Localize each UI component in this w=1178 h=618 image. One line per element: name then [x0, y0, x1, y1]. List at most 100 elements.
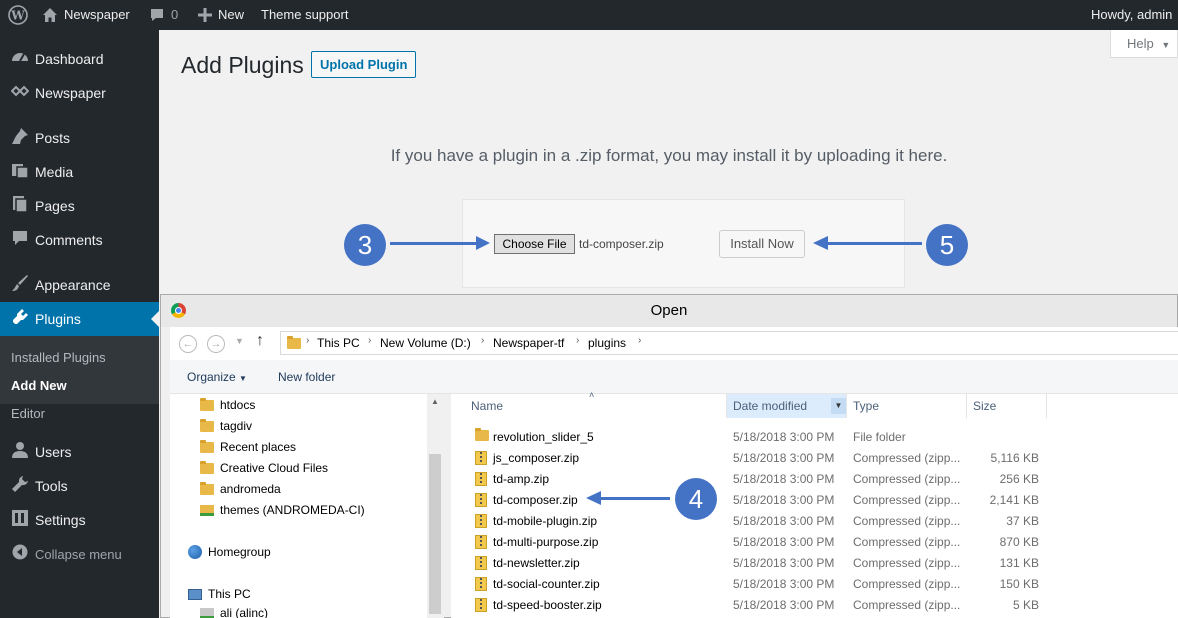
tree-item-andromeda[interactable]: andromeda [200, 481, 281, 496]
plus-icon [198, 8, 212, 22]
file-row-td-multi-purpose[interactable]: td-multi-purpose.zip 5/18/2018 3:00 PM C… [451, 532, 1178, 553]
submenu-add-new[interactable]: Add New [11, 378, 67, 393]
tree-item-tagdiv[interactable]: tagdiv [200, 418, 253, 433]
sidebar-item-comments[interactable]: Comments [0, 223, 159, 257]
file-type: Compressed (zipp... [853, 556, 961, 570]
sidebar-item-appearance[interactable]: Appearance [0, 268, 159, 302]
column-name[interactable]: Name [465, 394, 727, 418]
account-menu[interactable]: Howdy, admin [1091, 0, 1172, 30]
file-date: 5/18/2018 3:00 PM [733, 472, 835, 486]
tree-item-this-pc[interactable]: This PC [188, 587, 251, 601]
scrollbar-thumb[interactable] [429, 454, 441, 614]
tree-label: This PC [208, 587, 251, 601]
column-size[interactable]: Size [967, 394, 1047, 418]
zip-file-icon [475, 598, 487, 612]
dashboard-icon [0, 48, 35, 71]
collapse-menu-button[interactable]: Collapse menu [0, 537, 159, 571]
breadcrumb-new-volume[interactable]: New Volume (D:) [380, 336, 471, 350]
column-type[interactable]: Type [847, 394, 967, 418]
file-size: 150 KB [999, 577, 1039, 591]
file-row-td-amp[interactable]: td-amp.zip 5/18/2018 3:00 PM Compressed … [451, 469, 1178, 490]
scroll-up-icon[interactable]: ▲ [431, 397, 439, 406]
comments-link[interactable]: 0 [149, 0, 178, 30]
file-type: Compressed (zipp... [853, 493, 961, 507]
sidebar-label: Newspaper [35, 85, 106, 101]
computer-icon [188, 588, 202, 600]
sidebar-item-newspaper[interactable]: Newspaper [0, 76, 159, 110]
file-row-td-mobile-plugin[interactable]: td-mobile-plugin.zip 5/18/2018 3:00 PM C… [451, 511, 1178, 532]
install-now-button[interactable]: Install Now [719, 230, 805, 258]
theme-support-link[interactable]: Theme support [261, 0, 348, 30]
choose-file-button[interactable]: Choose File [494, 234, 575, 254]
dialog-titlebar[interactable]: Open [161, 295, 1177, 327]
homegroup-icon [188, 545, 202, 559]
sidebar-item-users[interactable]: Users [0, 435, 159, 469]
sidebar-label: Settings [35, 512, 86, 528]
sidebar-item-settings[interactable]: Settings [0, 503, 159, 537]
tree-item-htdocs[interactable]: htdocs [200, 397, 255, 412]
collapse-label: Collapse menu [35, 546, 122, 562]
folder-icon [200, 439, 214, 453]
file-row-revolution-slider[interactable]: revolution_slider_5 5/18/2018 3:00 PM Fi… [451, 427, 1178, 448]
sidebar-item-plugins[interactable]: Plugins [0, 302, 159, 336]
chevron-right-icon: › [638, 335, 642, 346]
column-date-modified[interactable]: Date modified [727, 394, 847, 418]
zip-file-icon [475, 451, 487, 465]
column-filter-dropdown-icon[interactable]: ▼ [831, 398, 846, 414]
help-label: Help [1127, 36, 1154, 51]
sidebar-item-dashboard[interactable]: Dashboard [0, 42, 159, 76]
file-row-td-speed-booster[interactable]: td-speed-booster.zip 5/18/2018 3:00 PM C… [451, 595, 1178, 616]
tree-item-homegroup[interactable]: Homegroup [188, 545, 271, 559]
breadcrumb-this-pc[interactable]: This PC [317, 336, 360, 350]
recent-dropdown-icon[interactable]: ▼ [235, 336, 244, 346]
address-bar[interactable]: › This PC › New Volume (D:) › Newspaper-… [280, 331, 1178, 355]
file-size: 5,116 KB [990, 451, 1039, 465]
wordpress-logo-button[interactable]: W [8, 0, 28, 30]
zip-file-icon [475, 535, 487, 549]
tree-label: tagdiv [220, 419, 253, 433]
file-size: 2,141 KB [989, 493, 1039, 507]
sidebar-item-tools[interactable]: Tools [0, 469, 159, 503]
file-row-td-social-counter[interactable]: td-social-counter.zip 5/18/2018 3:00 PM … [451, 574, 1178, 595]
arrow-left-icon [813, 236, 828, 250]
chosen-file-name: td-composer.zip [579, 237, 664, 251]
tree-item-recent-places[interactable]: Recent places [200, 439, 297, 454]
file-type: Compressed (zipp... [853, 598, 961, 612]
chevron-right-icon: › [368, 335, 372, 346]
arrow-right-icon [476, 236, 490, 250]
breadcrumb-plugins[interactable]: plugins [588, 336, 626, 350]
forward-arrow-icon[interactable]: → [207, 335, 225, 353]
file-size: 256 KB [999, 472, 1039, 486]
open-file-dialog: Open ← → ▼ ↑ › This PC › New Volume (D:)… [160, 294, 1178, 618]
tree-item-creative-cloud[interactable]: Creative Cloud Files [200, 460, 328, 475]
file-name: revolution_slider_5 [493, 430, 594, 444]
file-name: td-speed-booster.zip [493, 598, 602, 612]
tree-item-themes[interactable]: themes (ANDROMEDA-CI) [200, 503, 365, 517]
tree-item-ali[interactable]: ali (alinc) [200, 606, 268, 618]
new-content-link[interactable]: New [198, 0, 244, 30]
back-arrow-icon[interactable]: ← [179, 335, 197, 353]
up-arrow-icon[interactable]: ↑ [256, 332, 264, 350]
file-row-td-composer[interactable]: td-composer.zip 5/18/2018 3:00 PM Compre… [451, 490, 1178, 511]
file-row-js-composer[interactable]: js_composer.zip 5/18/2018 3:00 PM Compre… [451, 448, 1178, 469]
tree-label: Recent places [220, 440, 297, 454]
sidebar-item-posts[interactable]: Posts [0, 121, 159, 155]
submenu-editor[interactable]: Editor [11, 406, 45, 421]
tree-label: Homegroup [208, 545, 271, 559]
upload-plugin-button[interactable]: Upload Plugin [311, 51, 417, 78]
zip-file-icon [475, 493, 487, 507]
sidebar-item-media[interactable]: Media [0, 155, 159, 189]
tree-scrollbar[interactable]: ▲ [427, 394, 444, 618]
organize-button[interactable]: Organize ▼ [187, 370, 247, 384]
tree-label: ali (alinc) [220, 606, 269, 618]
help-tab-button[interactable]: Help ▼ [1110, 30, 1178, 58]
new-folder-button[interactable]: New folder [278, 370, 335, 384]
file-row-td-newsletter[interactable]: td-newsletter.zip 5/18/2018 3:00 PM Comp… [451, 553, 1178, 574]
file-type: Compressed (zipp... [853, 535, 961, 549]
breadcrumb-newspaper-tf[interactable]: Newspaper-tf [493, 336, 564, 350]
site-name-link[interactable]: Newspaper [42, 0, 130, 30]
zip-file-icon [475, 472, 487, 486]
submenu-installed-plugins[interactable]: Installed Plugins [11, 350, 106, 365]
sidebar-item-pages[interactable]: Pages [0, 189, 159, 223]
sidebar-label: Comments [35, 232, 103, 248]
